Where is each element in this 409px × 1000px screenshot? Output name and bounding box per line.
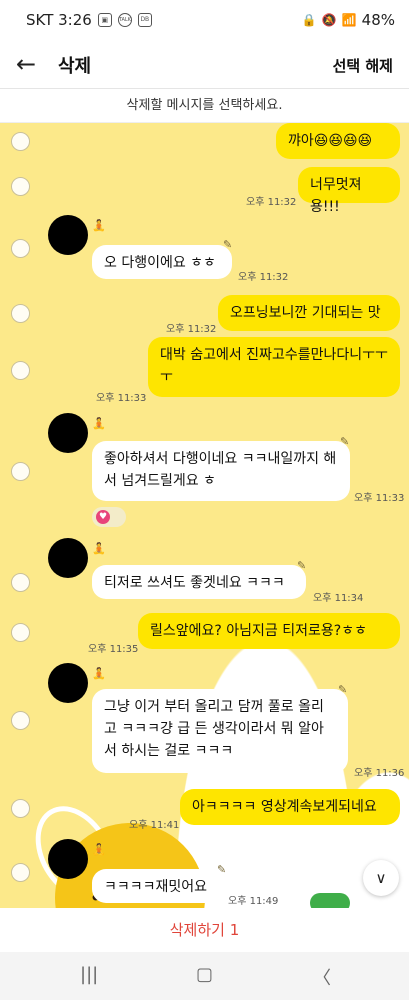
message-bubble[interactable]: 아ㅋㅋㅋㅋ 영상계속보게되네요 — [180, 789, 400, 825]
pencil-icon: ✎ — [340, 435, 350, 448]
profile-badge-icon: 🧘 — [92, 417, 106, 430]
android-nav-bar: ||| ▢ 〈 — [0, 952, 409, 1000]
battery-level: 48% — [361, 11, 395, 29]
heart-icon: ♥ — [96, 510, 110, 524]
avatar[interactable] — [48, 413, 88, 453]
recent-apps-icon[interactable]: ||| — [80, 964, 98, 985]
message-bubble[interactable]: 대박 숨고에서 진짜고수를만나다니ㅜㅜㅜ — [148, 337, 400, 397]
home-icon[interactable]: ▢ — [196, 964, 213, 985]
select-radio[interactable] — [11, 623, 30, 642]
mute-icon: 🔕 — [321, 13, 337, 27]
message-time: 오후 11:32 — [238, 272, 289, 283]
page-title: 삭제 — [58, 56, 92, 77]
lock-icon: 🔒 — [301, 13, 317, 27]
chevron-down-icon: ∨ — [375, 869, 387, 887]
avatar[interactable] — [48, 663, 88, 703]
avatar[interactable] — [48, 538, 88, 578]
select-radio[interactable] — [11, 361, 30, 380]
message-time: 오후 11:32 — [166, 324, 217, 335]
wifi-icon: 📶 — [341, 13, 357, 27]
message-time: 오후 11:34 — [313, 593, 364, 604]
profile-badge-icon: 🧘 — [92, 219, 106, 232]
back-arrow-icon[interactable]: ← — [16, 50, 36, 78]
pencil-icon: ✎ — [223, 238, 233, 251]
instruction-text: 삭제할 메시지를 선택하세요. — [0, 89, 409, 123]
status-bar: SKT 3:26 ▣ TALK DB 🔒 🔕 📶 48% — [0, 0, 409, 42]
select-radio[interactable] — [11, 573, 30, 592]
pencil-icon: ✎ — [338, 683, 348, 696]
message-bubble[interactable]: 오프닝보니깐 기대되는 맛 — [218, 295, 400, 331]
message-time: 오후 11:49 — [228, 896, 279, 907]
reaction-badge[interactable]: ♥ — [92, 507, 126, 527]
pencil-icon: ✎ — [217, 863, 227, 876]
select-radio[interactable] — [11, 132, 30, 151]
select-radio[interactable] — [11, 863, 30, 882]
message-bubble[interactable]: 그냥 이거 부터 올리고 담꺼 풀로 올리고 ㅋㅋㅋ걍 급 든 생각이라서 뭐 … — [92, 689, 348, 773]
profile-badge-icon: 🧘 — [92, 667, 106, 680]
db-icon: DB — [137, 13, 152, 27]
message-bubble[interactable]: ㅋㅋㅋㅋ재밋어요 — [92, 869, 226, 903]
back-icon[interactable]: 〈 — [313, 964, 331, 990]
header: ← 삭제 선택 해제 — [0, 42, 409, 89]
chat-area[interactable]: 꺄아😆😆😆😆 오후 11:32 너무멋져용!!! 🧘 오 다행이에요 ㅎㅎ ✎ … — [0, 123, 409, 908]
message-bubble[interactable]: 릴스앞에요? 아님지금 티저로용?ㅎㅎ — [138, 613, 400, 649]
pencil-icon: ✎ — [297, 559, 307, 572]
talk-icon: TALK — [117, 13, 132, 27]
message-bubble[interactable]: 꺄아😆😆😆😆 — [276, 123, 400, 159]
profile-badge-icon: 🧘 — [92, 843, 106, 856]
message-bubble[interactable]: 너무멋져용!!! — [298, 167, 400, 215]
message-time: 오후 11:35 — [88, 644, 139, 655]
message-time: 오후 11:32 — [246, 197, 297, 208]
select-radio[interactable] — [11, 799, 30, 818]
profile-badge-icon: 🧘 — [92, 542, 106, 555]
message-time: 오후 11:36 — [354, 768, 405, 779]
select-radio[interactable] — [11, 304, 30, 323]
message-bubble[interactable]: 오 다행이에요 ㅎㅎ — [92, 245, 232, 279]
avatar[interactable] — [48, 839, 88, 879]
deselect-button[interactable]: 선택 해제 — [333, 55, 393, 76]
carrier-time: SKT 3:26 — [26, 11, 92, 29]
avatar[interactable] — [48, 215, 88, 255]
message-bubble[interactable]: 티저로 쓰셔도 좋겟네요 ㅋㅋㅋ — [92, 565, 306, 599]
message-time: 오후 11:33 — [354, 493, 405, 504]
message-bubble[interactable]: 좋아하셔서 다행이네요 ㅋㅋ내일까지 해서 넘겨드릴게요 ㅎ — [92, 441, 350, 501]
select-radio[interactable] — [11, 462, 30, 481]
message-time: 오후 11:41 — [129, 820, 180, 831]
gallery-icon: ▣ — [97, 13, 112, 27]
background-crocodile — [310, 893, 350, 908]
scroll-down-button[interactable]: ∨ — [363, 860, 399, 896]
select-radio[interactable] — [11, 711, 30, 730]
message-time: 오후 11:33 — [96, 393, 147, 404]
select-radio[interactable] — [11, 177, 30, 196]
delete-button[interactable]: 삭제하기 1 — [0, 908, 409, 952]
select-radio[interactable] — [11, 239, 30, 258]
